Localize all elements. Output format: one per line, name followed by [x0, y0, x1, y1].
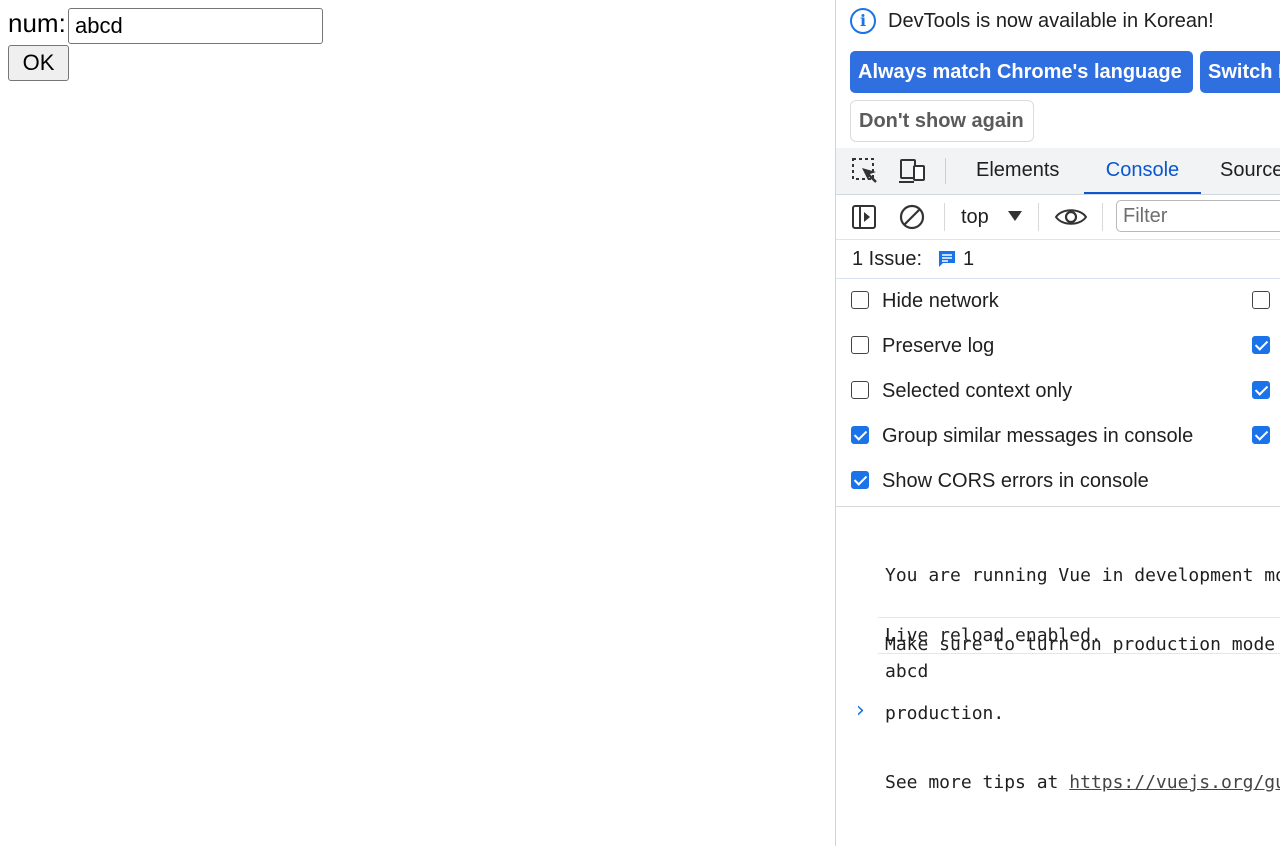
setting-row: Show CORS errors in console	[836, 459, 1280, 503]
message-line: You are running Vue in development mode.	[885, 565, 1280, 586]
setting-label: Show CORS errors in console	[882, 470, 1149, 492]
device-toolbar-icon[interactable]	[898, 157, 926, 185]
language-infobar: i DevTools is now available in Korean! A…	[836, 0, 1280, 148]
group-similar-checkbox[interactable]	[851, 426, 869, 444]
show-cors-errors-checkbox[interactable]	[851, 471, 869, 489]
issue-message-icon[interactable]	[937, 249, 957, 269]
devtools-tabbar: Elements Console Sources	[836, 148, 1280, 195]
console-settings: Hide network Preserve log Selected conte…	[836, 279, 1280, 507]
chevron-down-icon[interactable]	[1008, 211, 1022, 221]
switch-language-button[interactable]: Switch DevTools to Korean	[1200, 51, 1280, 93]
dont-show-again-button[interactable]: Don't show again	[850, 100, 1034, 142]
console-message-vue: You are running Vue in development mode.…	[885, 518, 1280, 840]
setting-label: Hide network	[882, 290, 999, 312]
setting-label: Selected context only	[882, 380, 1073, 402]
message-divider	[878, 653, 1280, 654]
console-output: You are running Vue in development mode.…	[836, 507, 1280, 846]
setting-checkbox-right[interactable]	[1252, 381, 1270, 399]
setting-row: Hide network	[836, 279, 1280, 323]
info-icon: i	[850, 8, 876, 34]
console-message-log: abcd	[885, 661, 929, 682]
message-text: See more tips at	[885, 772, 1070, 793]
issues-label: 1 Issue:	[852, 248, 923, 270]
context-select[interactable]: top	[961, 203, 989, 231]
num-input[interactable]	[68, 8, 323, 44]
num-label: num:	[8, 8, 66, 38]
tabbar-divider	[945, 158, 946, 184]
selected-context-only-checkbox[interactable]	[851, 381, 869, 399]
filter-input[interactable]	[1116, 200, 1280, 232]
message-divider	[878, 617, 1280, 618]
issues-bar: 1 Issue: 1	[836, 240, 1280, 279]
console-message-live-reload: Live reload enabled.	[885, 625, 1102, 646]
devtools-panel: i DevTools is now available in Korean! A…	[835, 0, 1280, 846]
message-line: production.	[885, 703, 1005, 724]
setting-row: Preserve log	[836, 324, 1280, 368]
toolbar-divider	[944, 203, 945, 231]
message-line: See more tips at https://vuejs.org/guide…	[885, 771, 1280, 794]
tab-console[interactable]: Console	[1084, 148, 1201, 194]
vue-docs-link[interactable]: https://vuejs.org/guide/deployment.html	[1069, 772, 1280, 793]
setting-checkbox-right[interactable]	[1252, 336, 1270, 354]
setting-row: Selected context only	[836, 369, 1280, 413]
hide-network-checkbox[interactable]	[851, 291, 869, 309]
setting-label: Preserve log	[882, 335, 995, 357]
setting-row: Group similar messages in console	[836, 414, 1280, 458]
infobar-message: DevTools is now available in Korean!	[888, 10, 1214, 32]
setting-checkbox-right[interactable]	[1252, 291, 1270, 309]
console-toolbar: top	[836, 195, 1280, 240]
preserve-log-checkbox[interactable]	[851, 336, 869, 354]
console-prompt-icon[interactable]: ›	[856, 699, 865, 723]
sidebar-toggle-icon[interactable]	[850, 203, 878, 231]
ok-button[interactable]: OK	[8, 45, 69, 81]
tab-elements[interactable]: Elements	[976, 148, 1059, 194]
inspect-element-icon[interactable]	[851, 157, 879, 185]
toolbar-divider	[1102, 203, 1103, 231]
setting-label: Group similar messages in console	[882, 425, 1194, 447]
setting-checkbox-right[interactable]	[1252, 426, 1270, 444]
always-match-language-button[interactable]: Always match Chrome's language	[850, 51, 1193, 93]
tab-sources[interactable]: Sources	[1220, 148, 1280, 194]
issues-count[interactable]: 1	[963, 248, 974, 270]
live-expression-eye-icon[interactable]	[1054, 203, 1088, 231]
toolbar-divider	[1038, 203, 1039, 231]
web-page: num: OK	[0, 0, 835, 846]
clear-console-icon[interactable]	[898, 203, 926, 231]
